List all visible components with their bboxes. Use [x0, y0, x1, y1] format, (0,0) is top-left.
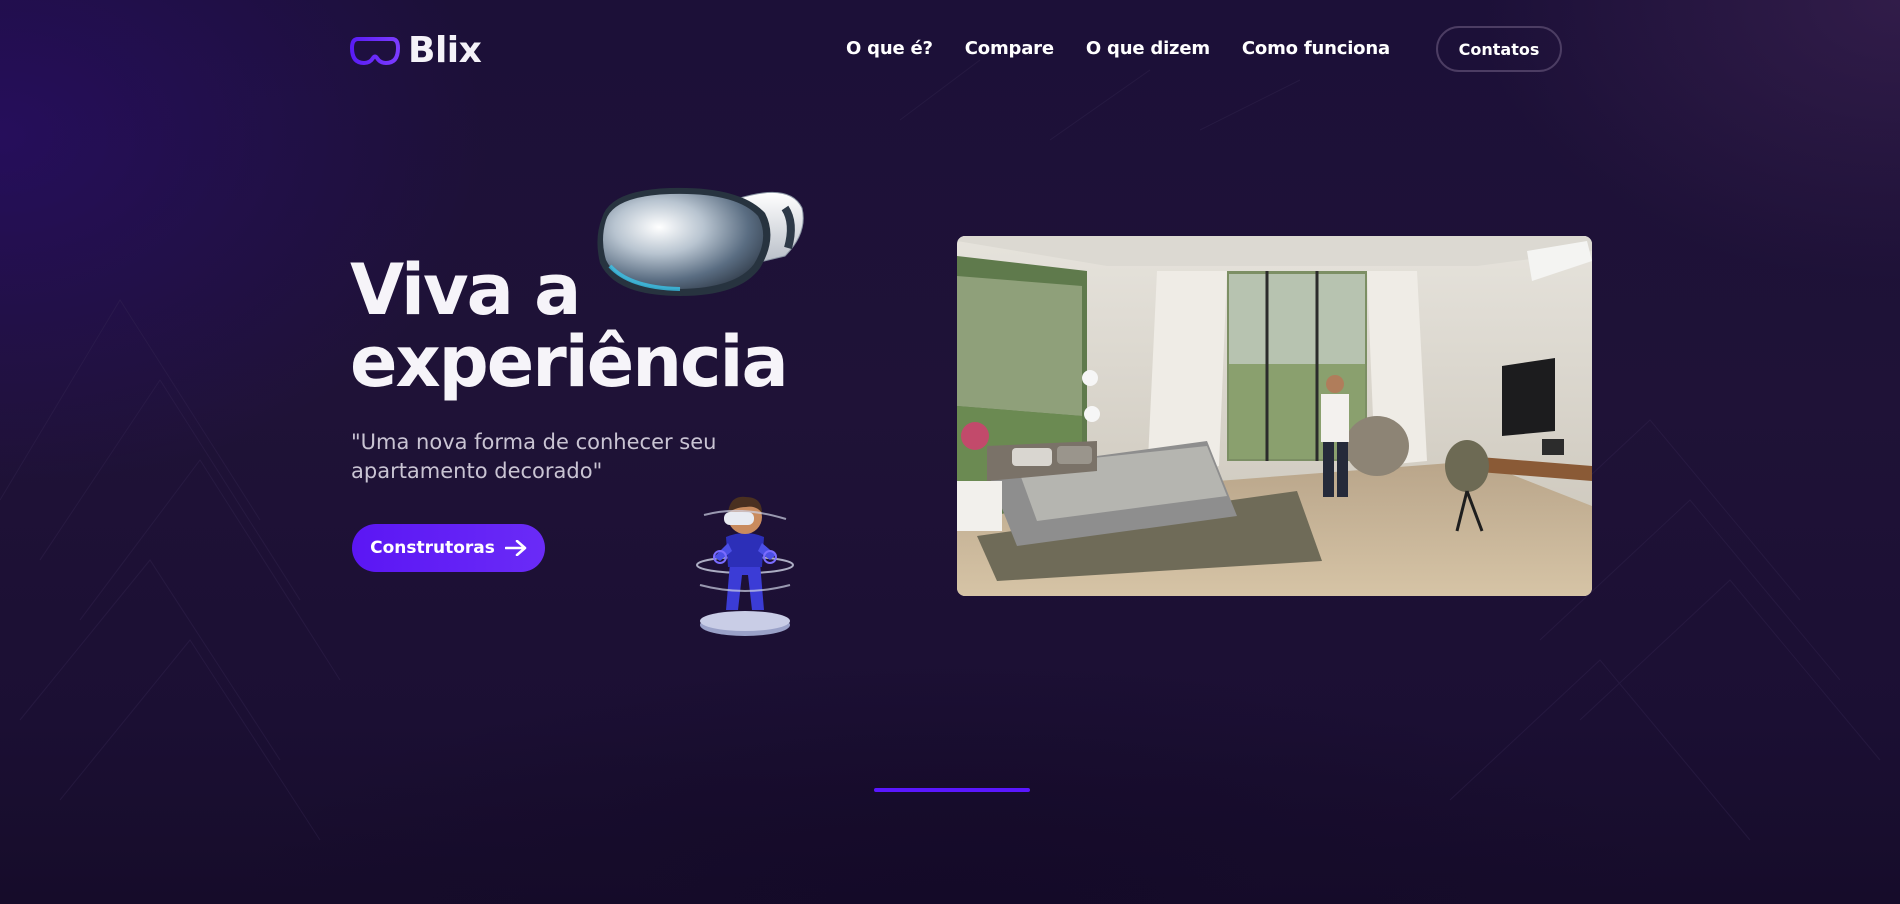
vr-avatar-figure: [696, 496, 794, 636]
landing-page: Blix O que é? Compare O que dizem Como f…: [0, 0, 1900, 904]
hero-subtitle-line1: "Uma nova forma de conhecer seu: [351, 430, 717, 454]
main-nav: O que é? Compare O que dizem Como funcio…: [846, 38, 1390, 59]
construtoras-button[interactable]: Construtoras: [352, 524, 545, 572]
bedroom-scene: [957, 236, 1592, 596]
nav-link-o-que-dizem[interactable]: O que dizem: [1086, 38, 1210, 59]
hero-subtitle: "Uma nova forma de conhecer seu apartame…: [351, 428, 771, 486]
slider-indicator[interactable]: [874, 788, 1030, 792]
bedroom-vr-photo[interactable]: [957, 236, 1592, 596]
contact-button[interactable]: Contatos: [1436, 26, 1562, 72]
construtoras-button-label: Construtoras: [370, 538, 495, 558]
hero-title-line2: experiência: [350, 321, 789, 403]
vr-goggles-image: [597, 187, 804, 296]
hero-title-line1: Viva a: [350, 249, 581, 331]
logo[interactable]: Blix: [350, 30, 482, 71]
arrow-right-icon: [504, 540, 527, 556]
nav-link-compare[interactable]: Compare: [965, 38, 1054, 59]
vr-logo-icon: [350, 36, 400, 65]
hero-subtitle-line2: apartamento decorado": [351, 459, 603, 483]
logo-text: Blix: [408, 30, 482, 71]
nav-link-o-que-e[interactable]: O que é?: [846, 38, 933, 59]
nav-link-como-funciona[interactable]: Como funciona: [1242, 38, 1390, 59]
